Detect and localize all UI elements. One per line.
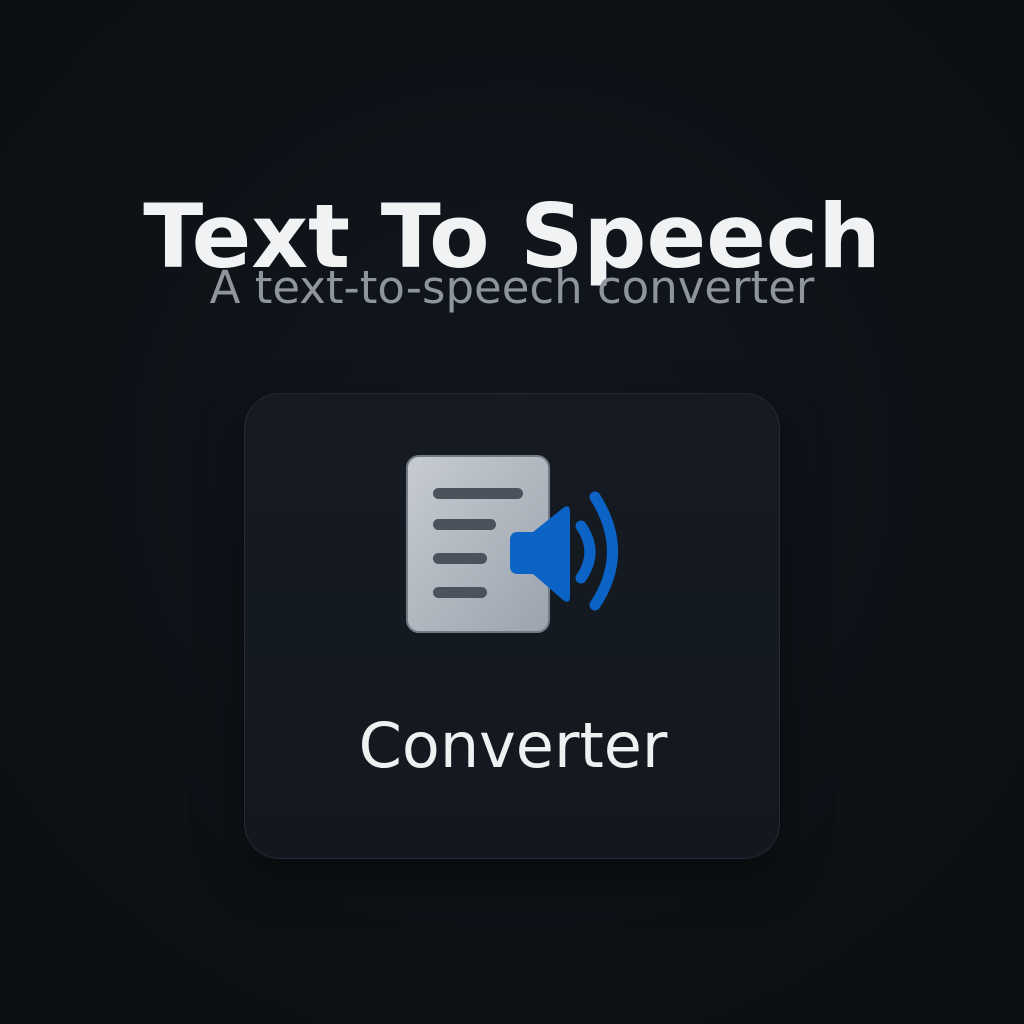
converter-card[interactable]: Converter xyxy=(244,393,780,859)
page: Text To Speech A text-to-speech converte… xyxy=(0,0,1024,1024)
page-subtitle: A text-to-speech converter xyxy=(209,261,815,314)
text-to-speech-icon xyxy=(406,455,618,633)
converter-label: Converter xyxy=(358,709,668,782)
